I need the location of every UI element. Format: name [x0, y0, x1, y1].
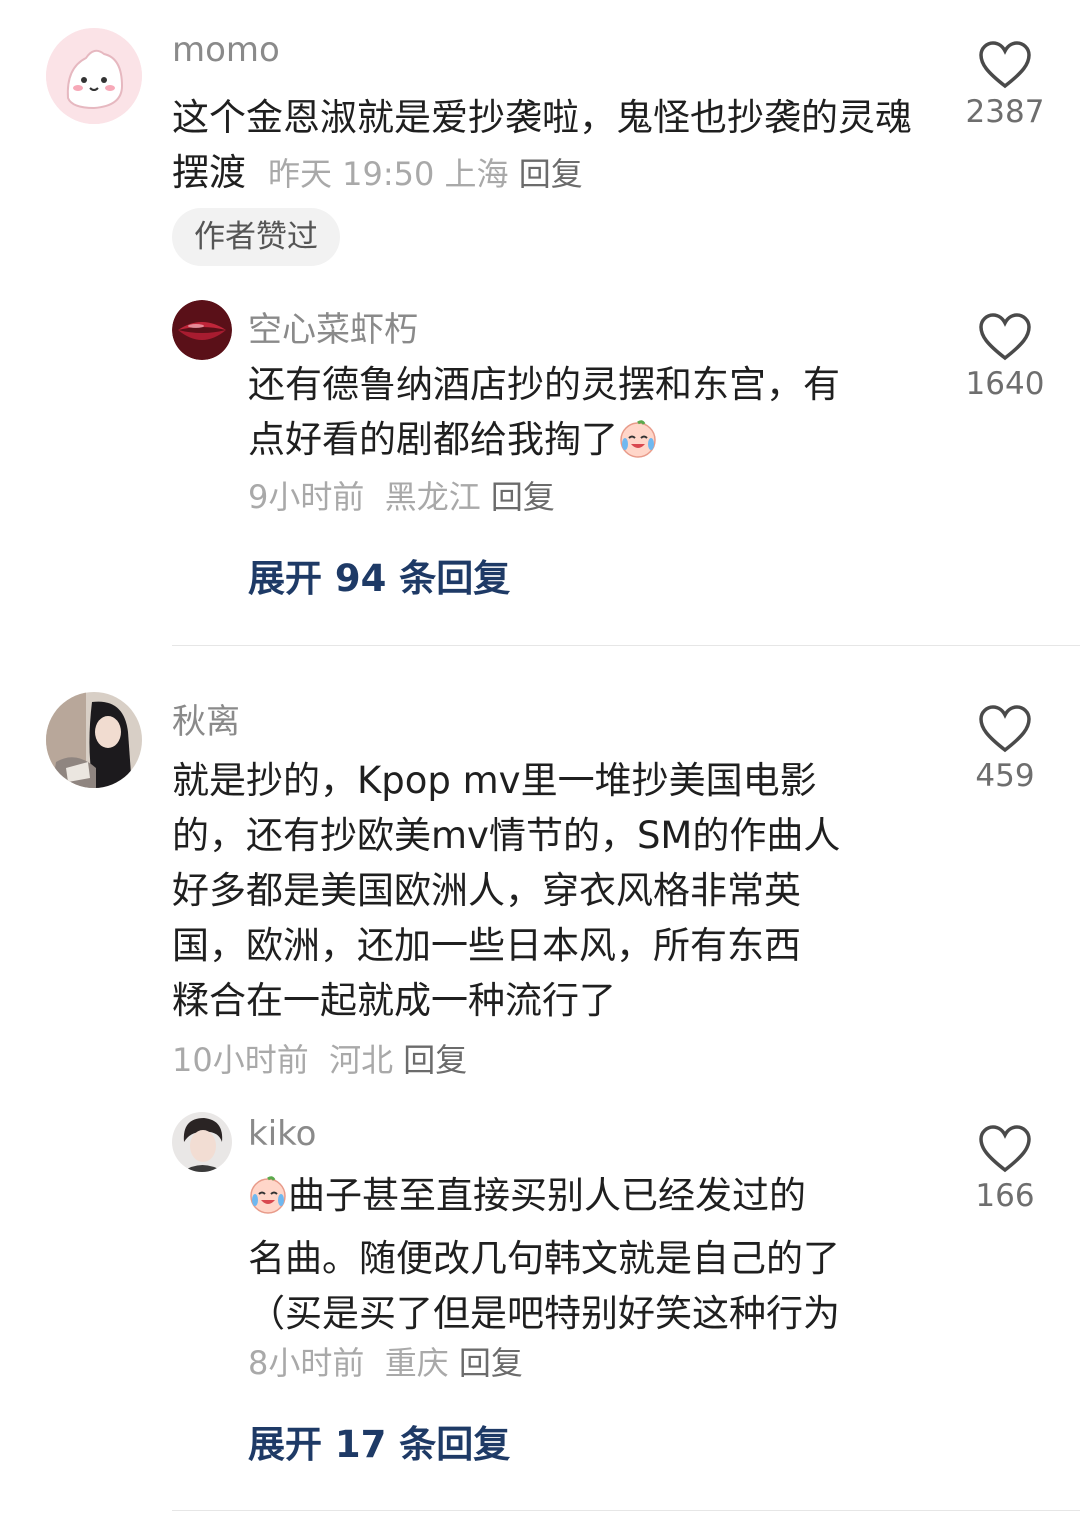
like-count: 459: [975, 758, 1035, 794]
comment-meta: 昨天 19:50 上海 回复: [258, 155, 583, 193]
divider: [172, 645, 1080, 646]
comment-location: 上海: [444, 155, 509, 193]
comment-text-line: 国，欧洲，还加一些日本风，所有东西: [172, 924, 801, 967]
comment-username[interactable]: momo: [172, 30, 280, 70]
reply-time: 9小时前: [248, 478, 365, 516]
reply-like-button[interactable]: 166: [950, 1124, 1060, 1214]
reply-button[interactable]: 回复: [459, 1344, 523, 1382]
like-count: 166: [975, 1178, 1035, 1214]
avatar[interactable]: [46, 692, 142, 788]
reply-avatar[interactable]: [172, 300, 232, 360]
comment-time: 昨天 19:50: [267, 155, 435, 193]
reply-text-line-content: 点好看的剧都给我掏了: [248, 418, 618, 461]
like-count: 2387: [965, 94, 1045, 130]
comment-text-line: 好多都是美国欧洲人，穿衣风格非常英: [172, 869, 801, 912]
expand-replies-button[interactable]: 展开 17 条回复: [248, 1414, 510, 1468]
reply-text: 还有德鲁纳酒店抄的灵摆和东宫，有 点好看的剧都给我掏了: [248, 357, 948, 475]
comment-text: 就是抄的，Kpop mv里一堆抄美国电影 的，还有抄欧美mv情节的，SM的作曲人…: [172, 753, 932, 1028]
reply-text-line: 名曲。随便改几句韩文就是自己的了: [248, 1237, 840, 1280]
like-count: 1640: [965, 366, 1045, 402]
comment-username[interactable]: 秋离: [172, 694, 240, 743]
heart-outline-icon[interactable]: [977, 1125, 1033, 1178]
divider: [172, 1510, 1080, 1511]
reply-username[interactable]: kiko: [248, 1114, 316, 1154]
heart-outline-icon[interactable]: [977, 313, 1033, 366]
reply-text-line: 还有德鲁纳酒店抄的灵摆和东宫，有: [248, 363, 840, 406]
comment-text-line: 的，还有抄欧美mv情节的，SM的作曲人: [172, 814, 841, 857]
reply-time: 8小时前: [248, 1344, 365, 1382]
expand-replies-button[interactable]: 展开 94 条回复: [248, 548, 510, 602]
heart-outline-icon[interactable]: [977, 41, 1033, 94]
avatar[interactable]: [46, 28, 142, 124]
heart-outline-icon[interactable]: [977, 705, 1033, 758]
reply-text-line-content: 曲子甚至直接买别人已经发过的: [288, 1174, 806, 1217]
like-button[interactable]: 2387: [950, 40, 1060, 130]
comment-meta: 10小时前 河北 回复: [172, 1035, 467, 1081]
reply-location: 重庆: [384, 1344, 449, 1382]
comment-location: 河北: [329, 1041, 394, 1079]
crying-laughing-emoji-icon: [248, 1176, 288, 1231]
comment-time: 10小时前: [172, 1041, 309, 1079]
reply-username[interactable]: 空心菜虾朽: [248, 302, 418, 351]
reply-text-line-1: 曲子甚至直接买别人已经发过的: [248, 1168, 948, 1231]
reply-text: 曲子甚至直接买别人已经发过的 名曲。随便改几句韩文就是自己的了 （买是买了但是吧…: [248, 1168, 948, 1341]
reply-text-line: （买是买了但是吧特别好笑这种行为: [248, 1292, 840, 1335]
author-liked-badge: 作者赞过: [172, 208, 340, 266]
reply-meta: 8小时前 重庆 回复: [248, 1338, 523, 1384]
reply-meta: 9小时前 黑龙江 回复: [248, 472, 555, 518]
like-button[interactable]: 459: [950, 704, 1060, 794]
comment-text: 这个金恩淑就是爱抄袭啦，鬼怪也抄袭的灵魂摆渡 昨天 19:50 上海 回复: [172, 90, 932, 202]
reply-button[interactable]: 回复: [491, 478, 555, 516]
reply-like-button[interactable]: 1640: [950, 312, 1060, 402]
comment-text-line: 就是抄的，Kpop mv里一堆抄美国电影: [172, 759, 817, 802]
reply-text-line-2: 点好看的剧都给我掏了: [248, 412, 948, 475]
reply-button[interactable]: 回复: [519, 155, 583, 193]
crying-laughing-emoji-icon: [618, 420, 658, 475]
reply-avatar[interactable]: [172, 1112, 232, 1172]
reply-location: 黑龙江: [384, 478, 481, 516]
comment-text-line: 糅合在一起就成一种流行了: [172, 979, 616, 1022]
reply-button[interactable]: 回复: [403, 1041, 467, 1079]
